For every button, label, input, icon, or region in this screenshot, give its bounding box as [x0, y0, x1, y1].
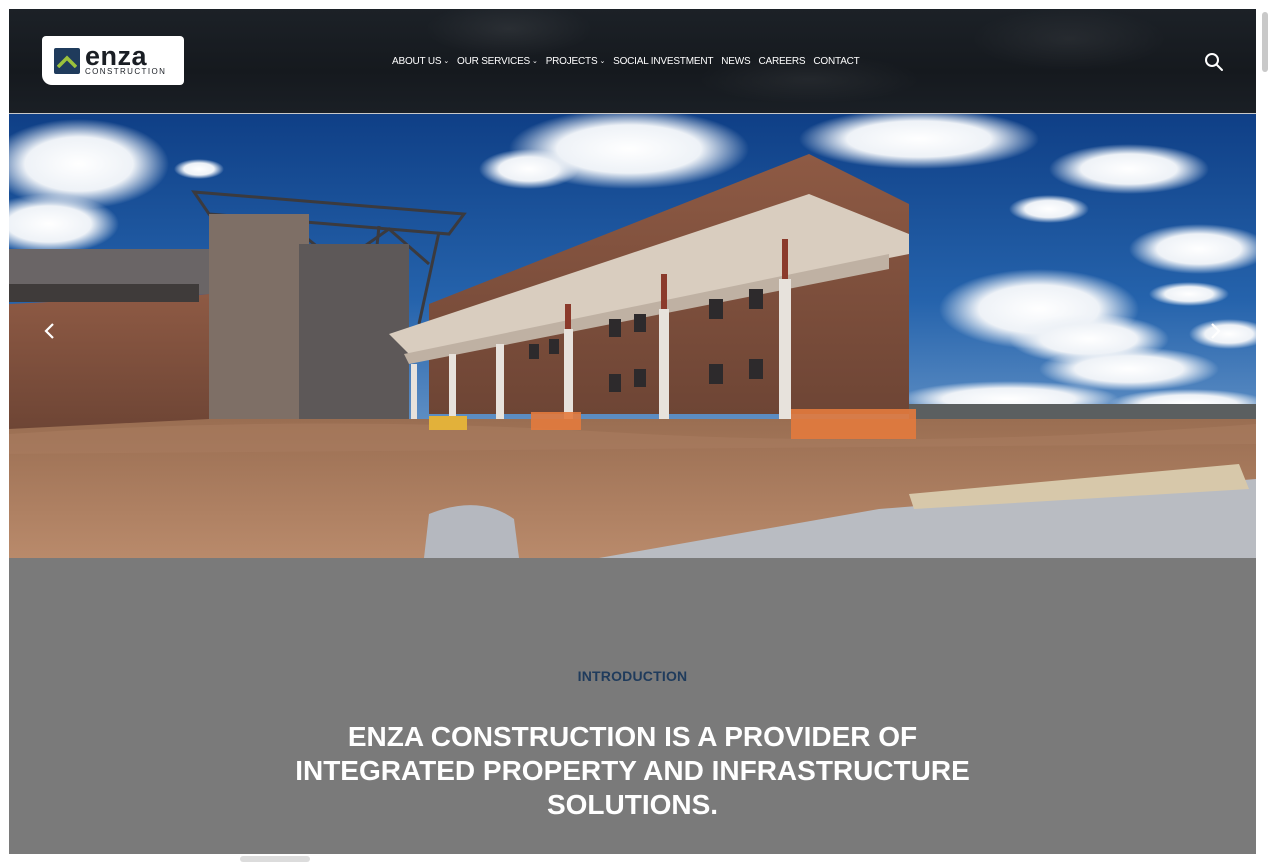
- hero-image: [9, 114, 1256, 558]
- search-icon[interactable]: [1204, 52, 1224, 72]
- nav-item-label: CAREERS: [758, 55, 806, 67]
- nav-item-label: SOCIAL INVESTMENT: [613, 55, 714, 67]
- horizontal-scrollbar[interactable]: [0, 854, 1271, 864]
- nav-item-label: NEWS: [721, 55, 751, 67]
- intro-heading: ENZA CONSTRUCTION IS A PROVIDER OF INTEG…: [295, 721, 970, 820]
- nav-item-contact[interactable]: CONTACT: [813, 56, 859, 67]
- chevron-right-icon: [1211, 323, 1221, 339]
- site-header: enza CONSTRUCTION ABOUT US ⌄ OUR SERVICE…: [9, 9, 1256, 114]
- scrollbar[interactable]: [1258, 9, 1271, 864]
- nav-item-about-us[interactable]: ABOUT US ⌄: [392, 56, 449, 67]
- slider-next-button[interactable]: [1205, 321, 1225, 341]
- intro-label: INTRODUCTION: [577, 668, 688, 684]
- chevron-down-icon: ⌄: [443, 58, 450, 65]
- page: enza CONSTRUCTION ABOUT US ⌄ OUR SERVICE…: [9, 9, 1256, 854]
- main-nav: ABOUT US ⌄ OUR SERVICES ⌄ PROJECTS ⌄ SOC…: [392, 54, 868, 68]
- intro-section: INTRODUCTION ENZA CONSTRUCTION IS A PROV…: [9, 558, 1256, 854]
- nav-item-label: OUR SERVICES: [457, 55, 531, 67]
- hero-slider: [9, 114, 1256, 558]
- chevron-down-icon: ⌄: [599, 58, 606, 65]
- scrollbar-thumb[interactable]: [1262, 12, 1268, 72]
- nav-item-label: PROJECTS: [545, 55, 598, 67]
- nav-item-label: ABOUT US: [392, 55, 442, 67]
- logo-mark-icon: [54, 48, 80, 74]
- horizontal-scrollbar-thumb[interactable]: [240, 856, 310, 862]
- logo-subtitle: CONSTRUCTION: [85, 67, 167, 76]
- site-logo[interactable]: enza CONSTRUCTION: [42, 36, 184, 85]
- nav-item-projects[interactable]: PROJECTS ⌄: [545, 55, 606, 67]
- slider-prev-button[interactable]: [40, 321, 60, 341]
- nav-item-social-investment[interactable]: SOCIAL INVESTMENT: [613, 56, 713, 67]
- nav-item-careers[interactable]: CAREERS: [758, 56, 805, 67]
- nav-item-news[interactable]: NEWS: [721, 56, 750, 67]
- window-top-border: [0, 0, 1271, 9]
- nav-item-label: CONTACT: [813, 55, 860, 67]
- chevron-down-icon: ⌄: [532, 58, 538, 65]
- chevron-left-icon: [44, 323, 54, 339]
- nav-item-our-services[interactable]: OUR SERVICES ⌄: [457, 56, 538, 67]
